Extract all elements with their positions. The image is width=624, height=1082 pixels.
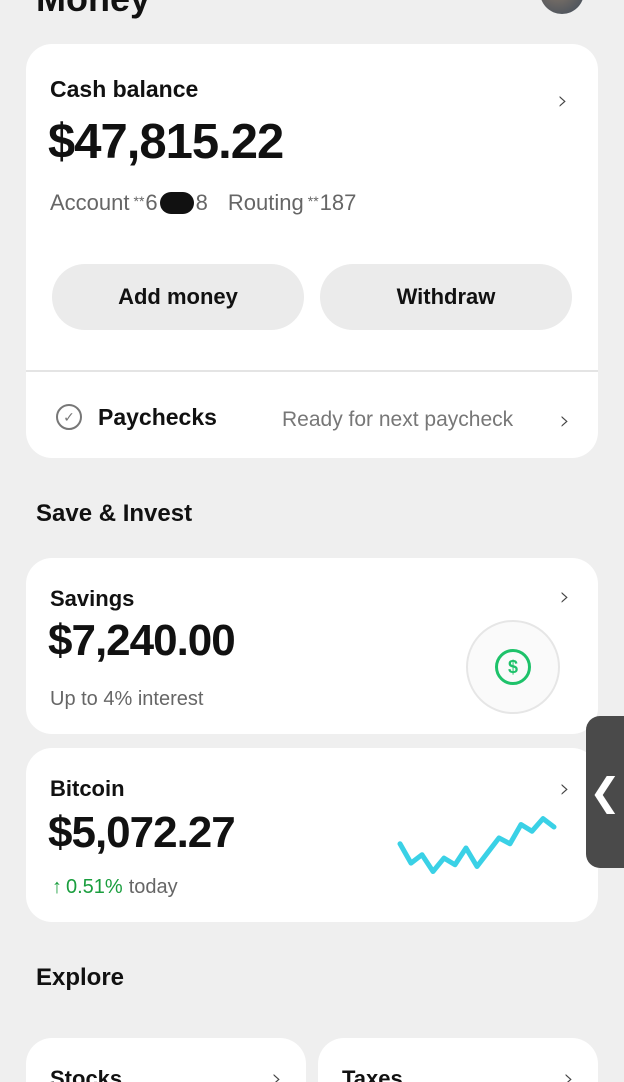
bitcoin-change-period: today bbox=[128, 876, 178, 898]
explore-card-stocks[interactable]: Stocks › bbox=[26, 1038, 306, 1082]
chevron-right-icon[interactable]: › bbox=[558, 88, 568, 114]
chevron-right-icon[interactable]: › bbox=[560, 584, 570, 610]
check-circle-icon: ✓ bbox=[56, 404, 82, 430]
add-money-button[interactable]: Add money bbox=[52, 264, 304, 330]
avatar[interactable] bbox=[540, 0, 584, 14]
redaction-mark bbox=[159, 192, 194, 214]
cash-balance-label: Cash balance bbox=[50, 76, 199, 102]
bitcoin-amount: $5,072.27 bbox=[48, 808, 236, 857]
account-routing-row: Account ** 6 8 Routing ** 187 bbox=[50, 190, 356, 216]
routing-label: Routing bbox=[227, 190, 304, 215]
side-panel-handle[interactable]: ❮ bbox=[586, 716, 624, 868]
cash-balance-amount: $47,815.22 bbox=[48, 115, 284, 169]
paychecks-status[interactable]: Ready for next paycheck bbox=[282, 408, 513, 432]
account-digit-suffix: 8 bbox=[195, 190, 208, 215]
sparkline-line bbox=[397, 816, 557, 874]
routing-digits: 187 bbox=[319, 190, 357, 215]
dollar-icon: $ bbox=[495, 649, 531, 685]
chevron-right-icon[interactable]: › bbox=[272, 1066, 282, 1082]
chevron-left-icon: ❮ bbox=[589, 770, 621, 814]
withdraw-button[interactable]: Withdraw bbox=[320, 264, 572, 330]
up-arrow-icon: ↑ bbox=[52, 876, 62, 898]
account-digit-prefix: 6 bbox=[145, 190, 158, 215]
divider bbox=[26, 370, 598, 372]
savings-amount: $7,240.00 bbox=[48, 616, 236, 665]
explore-card-taxes[interactable]: Taxes › bbox=[318, 1038, 598, 1082]
savings-card[interactable]: Savings › $7,240.00 Up to 4% interest $ bbox=[26, 558, 598, 734]
money-screen: Money Cash balance › $47,815.22 Account … bbox=[0, 0, 624, 1082]
explore-card-label: Taxes bbox=[342, 1066, 403, 1082]
bitcoin-sparkline bbox=[397, 816, 557, 874]
chevron-right-icon[interactable]: › bbox=[560, 408, 570, 434]
routing-mask-stars: ** bbox=[307, 193, 319, 209]
bitcoin-card[interactable]: Bitcoin › $5,072.27 ↑ 0.51% today bbox=[26, 748, 598, 922]
explore-card-label: Stocks bbox=[50, 1066, 123, 1082]
account-label: Account bbox=[50, 190, 130, 215]
account-mask-stars: ** bbox=[133, 193, 145, 209]
paychecks-label[interactable]: Paychecks bbox=[98, 404, 217, 431]
bitcoin-change-percent: 0.51% bbox=[66, 876, 123, 898]
section-title-save-invest: Save & Invest bbox=[36, 500, 193, 527]
bitcoin-label: Bitcoin bbox=[50, 776, 125, 801]
savings-dollar-icon[interactable]: $ bbox=[466, 620, 560, 714]
savings-label: Savings bbox=[50, 586, 135, 611]
section-title-explore: Explore bbox=[36, 964, 125, 991]
bitcoin-change: ↑ 0.51% today bbox=[52, 876, 178, 899]
page-title: Money bbox=[36, 0, 150, 20]
savings-interest-text: Up to 4% interest bbox=[50, 688, 204, 710]
chevron-right-icon[interactable]: › bbox=[564, 1066, 574, 1082]
cash-balance-card[interactable]: Cash balance › $47,815.22 Account ** 6 8… bbox=[26, 44, 598, 458]
